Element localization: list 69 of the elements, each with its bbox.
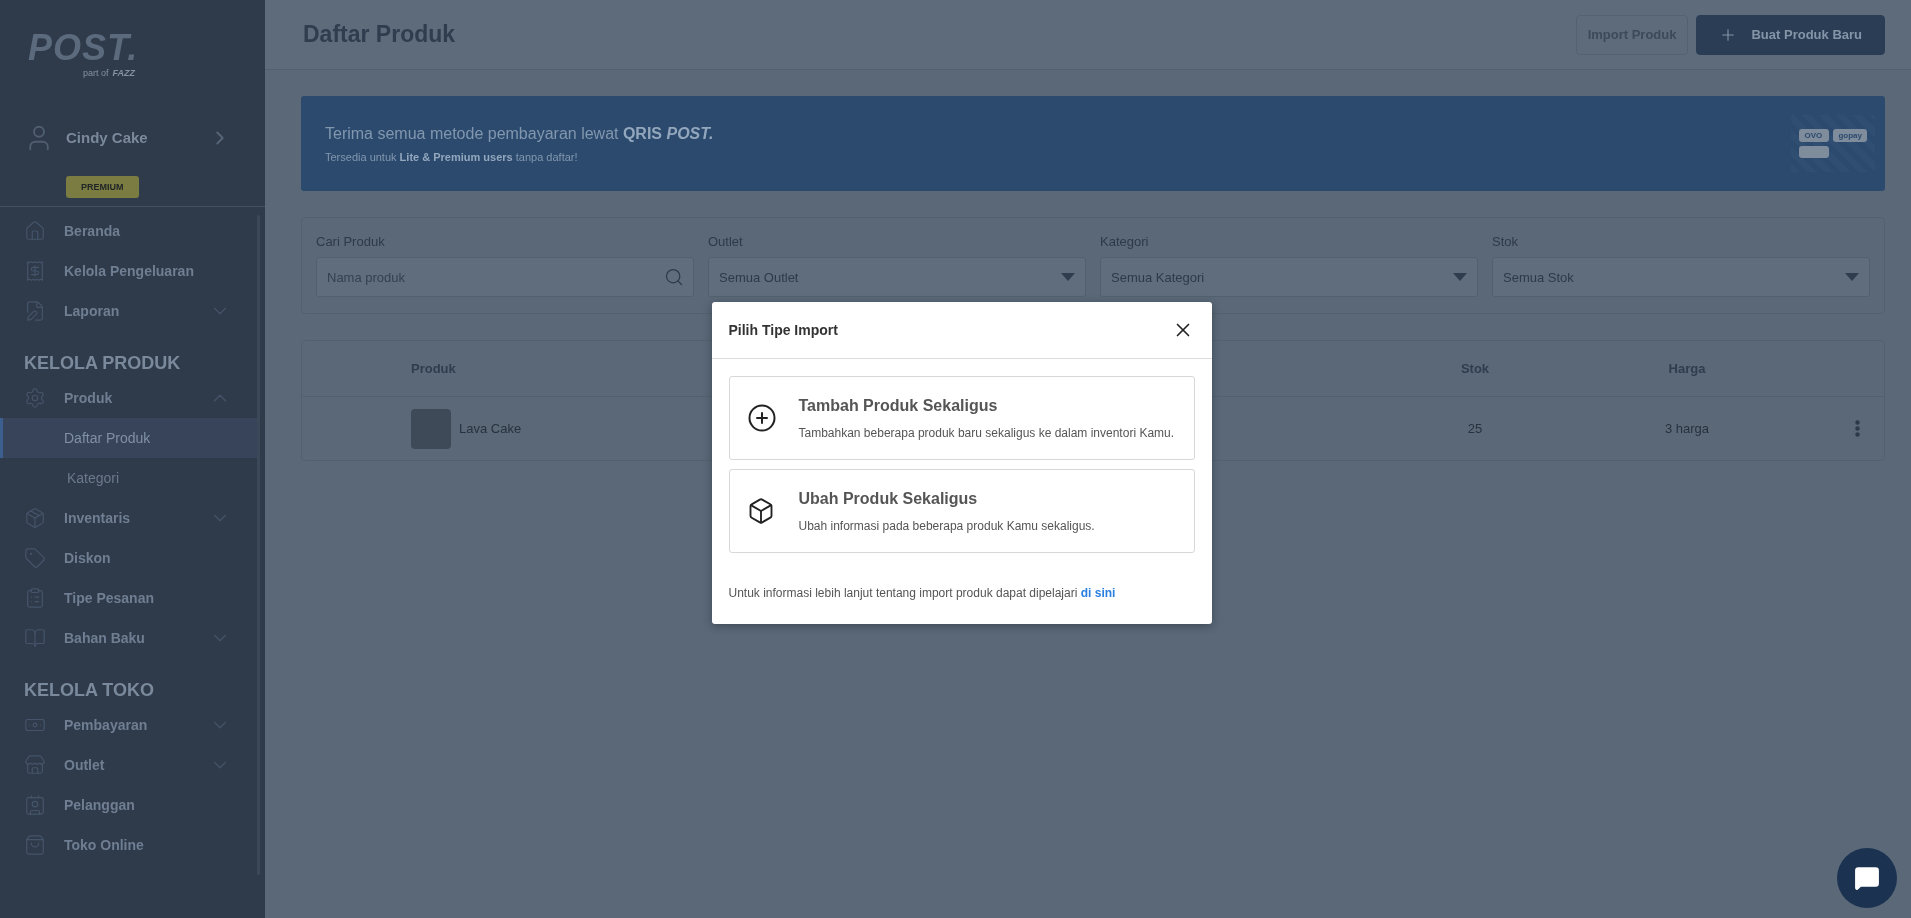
nav-item[interactable]: Pelanggan xyxy=(0,785,265,825)
caret-icon xyxy=(1845,273,1859,281)
plus-circle-icon xyxy=(746,403,777,433)
tag-icon xyxy=(24,547,46,569)
checklist-icon xyxy=(24,587,46,609)
nav-item-label: Beranda xyxy=(64,223,122,239)
nav-section-heading: KELOLA TOKO xyxy=(23,679,155,702)
nav-item-label: Laporan xyxy=(64,303,121,319)
partner-logo: FAZZ xyxy=(112,68,135,78)
book-icon xyxy=(24,627,46,649)
dialog-title: Pilih Tipe Import xyxy=(728,322,838,338)
nav-item[interactable]: Kelola Pengeluaran xyxy=(0,251,265,291)
shopping-bag-icon xyxy=(24,834,46,856)
nav-item-label: Toko Online xyxy=(64,837,145,853)
payment-logos-drawing: OVO gopay xyxy=(1791,115,1875,172)
more-button[interactable] xyxy=(1855,420,1860,437)
import-option[interactable]: Tambah Produk Sekaligus Tambahkan beberapa produk baru sekaligus ke dalam inventori Kamu. xyxy=(728,376,1195,460)
nav-section-heading: KELOLA PRODUK xyxy=(23,352,182,375)
chat-bubble-icon xyxy=(1854,865,1880,891)
document-pen-icon xyxy=(24,300,46,322)
nav-item[interactable]: Toko Online xyxy=(0,825,265,865)
banner-headline: Terima semua metode pembayaran lewat QRIS POST. xyxy=(325,124,714,143)
nav-item[interactable]: Outlet xyxy=(0,745,265,785)
photo-placeholder xyxy=(411,408,451,449)
table-cell: Lava Cake xyxy=(459,421,522,436)
chat-button[interactable] xyxy=(1837,848,1897,908)
caret-icon xyxy=(1061,273,1075,281)
option-title: Ubah Produk Sekaligus xyxy=(798,489,979,508)
help-link[interactable]: di sini xyxy=(1080,586,1116,600)
nav-item-label: Pembayaran xyxy=(64,717,149,733)
contact-card-icon xyxy=(24,794,46,816)
receipt-icon xyxy=(24,260,46,282)
option-description: Ubah informasi pada beberapa produk Kamu sekaligus. xyxy=(798,518,1096,533)
nav-subitem[interactable]: Daftar Produk xyxy=(0,418,257,458)
nav-item[interactable]: Pembayaran xyxy=(0,705,265,745)
nav-item-label: Tipe Pesanan xyxy=(64,590,155,606)
caret-icon xyxy=(1453,273,1467,281)
nav-item-label: Kelola Pengeluaran xyxy=(64,263,195,279)
house-icon xyxy=(24,220,46,242)
gear-icon xyxy=(24,387,46,409)
nav-item-label: Pelanggan xyxy=(64,797,136,813)
nav-item[interactable]: Diskon xyxy=(0,538,265,578)
create-button[interactable]: Buat Produk Baru xyxy=(1696,14,1885,55)
nav-item[interactable]: Bahan Baku xyxy=(0,618,265,658)
nav-item-label: Bahan Baku xyxy=(64,630,146,646)
nav-item-label: Outlet xyxy=(64,757,106,773)
nav-item[interactable]: Inventaris xyxy=(0,498,265,538)
nav-item-label: Diskon xyxy=(64,550,112,566)
import-option[interactable]: Ubah Produk Sekaligus Ubah informasi pada beberapa produk Kamu sekaligus. xyxy=(728,469,1195,553)
nav-item[interactable]: Beranda xyxy=(0,211,265,251)
nav-item[interactable]: Produk xyxy=(0,378,265,418)
nav-item-label: Inventaris xyxy=(64,510,132,526)
box-icon xyxy=(24,507,46,529)
option-title: Tambah Produk Sekaligus xyxy=(798,396,999,415)
store-icon xyxy=(24,754,46,776)
info-text: Untuk informasi lebih lanjut tentang import produk dapat dipelajari di sini xyxy=(728,586,1117,600)
user-name[interactable]: Cindy Cake xyxy=(66,129,209,147)
nav-item[interactable]: Laporan xyxy=(0,291,265,331)
nav-subitem[interactable]: Kategori xyxy=(0,458,257,498)
nav-item[interactable]: Tipe Pesanan xyxy=(0,578,265,618)
search-icon xyxy=(664,267,684,287)
banner-subline: Tersedia untuk Lite & Premium users tanpa daftar! xyxy=(325,150,579,163)
table-cell: 25 xyxy=(1467,421,1483,436)
logo-tagline: part of xyxy=(83,68,109,78)
table-cell: 3 harga xyxy=(1664,421,1710,436)
nav-item-label: Produk xyxy=(64,390,114,406)
more-icon xyxy=(1855,420,1860,437)
option-description: Tambahkan beberapa produk baru sekaligus ke dalam inventori Kamu. xyxy=(798,425,1176,440)
premium-badge: PREMIUM xyxy=(66,176,139,199)
